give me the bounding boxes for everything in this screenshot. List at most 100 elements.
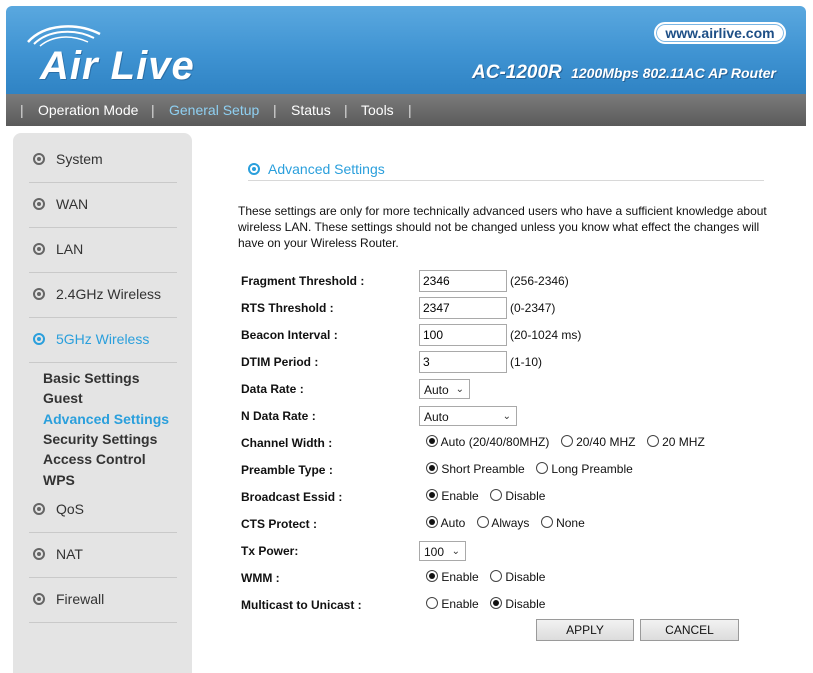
dtim-period-input[interactable]: [419, 351, 507, 373]
fragment-threshold-range: (256-2346): [510, 274, 569, 288]
nav-separator: |: [344, 102, 348, 118]
sidebar-item-wan[interactable]: WAN: [29, 183, 177, 228]
radio-checked-icon[interactable]: [426, 516, 438, 528]
tx-power-select[interactable]: 100 ⌄: [419, 541, 466, 561]
option-label: Enable: [441, 570, 479, 584]
radio-checked-icon[interactable]: [426, 462, 438, 474]
sidebar-item-label: WAN: [56, 196, 89, 212]
nav-status[interactable]: Status: [291, 94, 331, 126]
bullet-icon: [33, 548, 45, 560]
sidebar-item-5ghz-wireless[interactable]: 5GHz Wireless: [29, 318, 177, 363]
model-description: 1200Mbps 802.11AC AP Router: [571, 65, 776, 81]
dtim-period-row: DTIM Period : (1-10): [241, 351, 761, 373]
data-rate-row: Data Rate : Auto ⌄: [241, 378, 761, 400]
wmm-option-disable[interactable]: Disable: [490, 570, 545, 584]
radio-unchecked-icon[interactable]: [560, 435, 573, 447]
data-rate-value: Auto: [424, 383, 449, 397]
sub-item-access-control[interactable]: Access Control: [43, 451, 146, 467]
radio-unchecked-icon[interactable]: [426, 597, 438, 609]
nav-separator: |: [151, 102, 155, 118]
rts-threshold-input[interactable]: [419, 297, 507, 319]
chevron-down-icon: ⌄: [455, 384, 464, 395]
bullet-icon: [33, 288, 45, 300]
section-title-label: Advanced Settings: [268, 161, 385, 177]
fragment-threshold-input[interactable]: [419, 270, 507, 292]
sub-item-wps[interactable]: WPS: [43, 472, 75, 488]
header-banner: Air Live www.airlive.com AC-1200R 1200Mb…: [6, 6, 806, 94]
nav-general-setup[interactable]: General Setup: [169, 94, 259, 126]
option-label: 20/40 MHZ: [576, 435, 636, 449]
sub-item-advanced-settings[interactable]: Advanced Settings: [43, 411, 169, 427]
sidebar-item-label: System: [56, 151, 103, 167]
radio-checked-icon[interactable]: [490, 597, 503, 609]
wmm-option-enable[interactable]: Enable: [426, 570, 479, 584]
nav-tools[interactable]: Tools: [361, 94, 394, 126]
channel-width-option-20-40[interactable]: 20/40 MHZ: [560, 435, 636, 449]
radio-unchecked-icon[interactable]: [540, 516, 553, 528]
dtim-period-range: (1-10): [510, 355, 543, 369]
preamble-option-short[interactable]: Short Preamble: [426, 462, 525, 476]
logo-text: Air Live: [40, 44, 195, 88]
sidebar-item-firewall[interactable]: Firewall: [29, 578, 177, 623]
data-rate-select[interactable]: Auto ⌄: [419, 379, 470, 399]
wmm-label: WMM :: [241, 571, 280, 585]
sub-item-security-settings[interactable]: Security Settings: [43, 431, 157, 447]
wmm-row: WMM : Enable Disable: [241, 567, 761, 589]
sidebar-item-label: LAN: [56, 241, 84, 257]
channel-width-option-auto[interactable]: Auto (20/40/80MHZ): [426, 435, 549, 449]
preamble-type-row: Preamble Type : Short Preamble Long Prea…: [241, 459, 761, 481]
data-rate-label: Data Rate :: [241, 382, 304, 396]
sidebar-item-qos[interactable]: QoS: [29, 488, 177, 533]
radio-unchecked-icon[interactable]: [490, 570, 503, 582]
nav-separator: |: [20, 102, 24, 118]
chevron-down-icon: ⌄: [502, 411, 511, 422]
apply-button[interactable]: APPLY: [536, 619, 634, 641]
option-label: 20 MHZ: [662, 435, 705, 449]
cts-option-auto[interactable]: Auto: [426, 516, 465, 530]
rts-threshold-range: (0-2347): [510, 301, 556, 315]
bullet-icon: [33, 153, 45, 165]
radio-unchecked-icon[interactable]: [646, 435, 659, 447]
rts-threshold-label: RTS Threshold :: [241, 301, 334, 315]
preamble-option-long[interactable]: Long Preamble: [536, 462, 633, 476]
multicast-option-disable[interactable]: Disable: [490, 597, 545, 611]
sidebar-item-label: 2.4GHz Wireless: [56, 286, 162, 302]
sidebar-item-label: NAT: [56, 546, 83, 562]
tx-power-row: Tx Power: 100 ⌄: [241, 540, 761, 562]
radio-checked-icon[interactable]: [426, 435, 438, 447]
radio-checked-icon[interactable]: [426, 489, 438, 501]
channel-width-option-20[interactable]: 20 MHZ: [646, 435, 705, 449]
sidebar-item-lan[interactable]: LAN: [29, 228, 177, 273]
cts-protect-row: CTS Protect : Auto Always None: [241, 513, 761, 535]
nav-separator: |: [273, 102, 277, 118]
beacon-interval-input[interactable]: [419, 324, 507, 346]
option-label: Enable: [441, 489, 479, 503]
section-title: Advanced Settings: [248, 160, 764, 181]
cts-option-none[interactable]: None: [540, 516, 585, 530]
sidebar-item-nat[interactable]: NAT: [29, 533, 177, 578]
sidebar-item-system[interactable]: System: [29, 138, 177, 183]
broadcast-essid-option-enable[interactable]: Enable: [426, 489, 479, 503]
option-label: None: [556, 516, 585, 530]
sub-item-basic-settings[interactable]: Basic Settings: [43, 370, 139, 386]
beacon-interval-range: (20-1024 ms): [510, 328, 582, 342]
radio-checked-icon[interactable]: [426, 570, 438, 582]
website-badge[interactable]: www.airlive.com: [654, 22, 786, 44]
description-text: These settings are only for more technic…: [238, 204, 767, 250]
nav-operation-mode[interactable]: Operation Mode: [38, 94, 138, 126]
sidebar-item-2-4ghz-wireless[interactable]: 2.4GHz Wireless: [29, 273, 177, 318]
radio-unchecked-icon[interactable]: [536, 462, 549, 474]
radio-unchecked-icon[interactable]: [476, 516, 489, 528]
bullet-icon: [33, 243, 45, 255]
radio-unchecked-icon[interactable]: [490, 489, 503, 501]
cancel-button[interactable]: CANCEL: [640, 619, 739, 641]
broadcast-essid-option-disable[interactable]: Disable: [490, 489, 545, 503]
cts-option-always[interactable]: Always: [476, 516, 529, 530]
multicast-option-enable[interactable]: Enable: [426, 597, 479, 611]
option-label: Disable: [505, 570, 546, 584]
n-data-rate-select[interactable]: Auto ⌄: [419, 406, 517, 426]
sub-item-guest[interactable]: Guest: [43, 390, 83, 406]
channel-width-row: Channel Width : Auto (20/40/80MHZ) 20/40…: [241, 432, 761, 454]
preamble-type-label: Preamble Type :: [241, 463, 333, 477]
bullet-icon: [248, 163, 260, 175]
